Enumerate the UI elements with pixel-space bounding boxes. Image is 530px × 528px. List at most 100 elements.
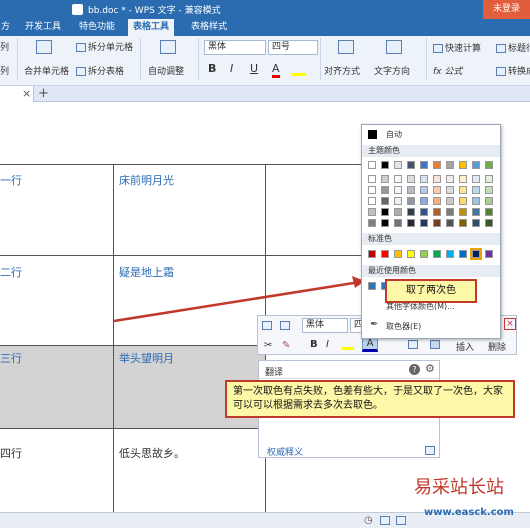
theme-color-swatch[interactable] [472,197,480,205]
table-cell-r3-right[interactable]: 举头望明月 [119,350,174,366]
view-icon-2[interactable] [396,516,406,525]
table-cell-r3-left[interactable]: 三行 [0,350,22,366]
theme-color-swatch[interactable] [446,197,454,205]
italic-button[interactable]: I [230,62,233,75]
theme-color-swatch[interactable] [472,175,480,183]
formula-button[interactable]: fx 公式 [433,64,462,77]
theme-color-swatch[interactable] [420,175,428,183]
font-size-select[interactable]: 四号 [268,40,318,55]
theme-color-swatch[interactable] [420,219,428,227]
theme-color-swatch[interactable] [368,161,376,169]
theme-color-swatch[interactable] [472,161,480,169]
theme-color-swatch[interactable] [394,161,402,169]
theme-color-swatch[interactable] [433,186,441,194]
ribbon-left-label-1[interactable]: 列 [0,40,9,53]
standard-color-swatch[interactable] [381,250,389,258]
theme-color-swatch[interactable] [459,186,467,194]
authoritative-definition-link[interactable]: 权威释义 [267,445,303,458]
mini-italic-button[interactable]: I [326,339,329,350]
auto-adjust-button[interactable]: 自动调整 [148,64,184,77]
table-cell-r2-left[interactable]: 二行 [0,264,22,280]
merge-cells-button[interactable]: 合并单元格 [24,64,69,77]
theme-color-swatch[interactable] [433,175,441,183]
theme-color-swatch[interactable] [433,197,441,205]
theme-color-swatch[interactable] [433,219,441,227]
theme-color-swatch[interactable] [485,197,493,205]
theme-color-swatch[interactable] [485,175,493,183]
theme-color-swatch[interactable] [368,186,376,194]
standard-color-swatch[interactable] [470,248,482,260]
theme-color-swatch[interactable] [368,208,376,216]
mini-bold-button[interactable]: B [310,339,318,350]
theme-color-swatch[interactable] [394,197,402,205]
theme-color-swatch[interactable] [381,197,389,205]
theme-color-swatch[interactable] [368,219,376,227]
mini-font-select[interactable]: 黑体 [302,318,348,333]
standard-color-swatch[interactable] [420,250,428,258]
theme-color-swatch[interactable] [407,161,415,169]
tab-table-tools[interactable]: 表格工具 [128,19,175,36]
table-cell-r1-left[interactable]: 一行 [0,172,22,188]
theme-color-swatch[interactable] [420,161,428,169]
theme-color-swatch[interactable] [459,208,467,216]
delete-x-icon[interactable]: × [504,318,516,330]
theme-color-swatch[interactable] [446,161,454,169]
theme-color-swatch[interactable] [368,175,376,183]
theme-color-swatch[interactable] [485,161,493,169]
theme-color-swatch[interactable] [368,197,376,205]
title-row-button[interactable]: 标题行 [496,41,530,54]
theme-color-swatch[interactable] [446,219,454,227]
tab-features[interactable]: 特色功能 [74,19,120,36]
theme-color-swatch[interactable] [394,219,402,227]
standard-color-swatch[interactable] [459,250,467,258]
standard-color-swatch[interactable] [394,250,402,258]
close-tab-icon[interactable]: × [22,87,31,100]
theme-color-swatch[interactable] [420,186,428,194]
history-icon[interactable]: ◷ [364,515,373,526]
theme-color-swatch[interactable] [381,186,389,194]
table-cell-r4-right[interactable]: 低头思故乡。 [119,445,185,461]
text-direction-button[interactable]: 文字方向 [374,64,410,77]
mini-align-icon[interactable] [430,340,440,349]
convert-text-button[interactable]: 转换成 [496,64,530,77]
mini-insert-button[interactable]: 插入 [456,340,474,353]
underline-button[interactable]: U [250,62,258,75]
mini-delete-button[interactable]: 删除 [488,340,506,353]
theme-color-swatch[interactable] [420,197,428,205]
table-cell-r4-left[interactable]: 四行 [0,445,22,461]
settings-gear-icon[interactable]: ⚙ [425,362,435,375]
theme-color-swatch[interactable] [472,219,480,227]
theme-color-swatch[interactable] [446,208,454,216]
theme-color-swatch[interactable] [394,186,402,194]
theme-color-swatch[interactable] [459,161,467,169]
format-painter-icon[interactable]: ✎ [282,340,290,351]
theme-color-swatch[interactable] [407,219,415,227]
standard-color-swatch[interactable] [446,250,454,258]
mini-border-icon[interactable] [408,340,418,349]
theme-color-swatch[interactable] [420,208,428,216]
theme-color-swatch[interactable] [485,186,493,194]
theme-color-swatch[interactable] [433,161,441,169]
theme-color-swatch[interactable] [381,219,389,227]
paste-icon[interactable] [280,321,290,330]
theme-color-swatch[interactable] [472,186,480,194]
theme-color-swatch[interactable] [459,197,467,205]
theme-color-swatch[interactable] [407,175,415,183]
split-table-button[interactable]: 拆分表格 [76,64,124,77]
new-tab-icon[interactable]: + [38,86,49,101]
tab-partial[interactable]: 方 [0,19,15,36]
theme-color-swatch[interactable] [459,175,467,183]
mini-font-color-button[interactable]: A [362,337,378,352]
theme-color-swatch[interactable] [407,197,415,205]
theme-color-swatch[interactable] [394,175,402,183]
standard-color-swatch[interactable] [433,250,441,258]
color-picker-option[interactable]: 取色器(E) [386,321,421,332]
recent-color-swatch[interactable] [368,282,376,290]
font-name-select[interactable]: 黑体 [204,40,266,55]
standard-color-swatch[interactable] [485,250,493,258]
theme-color-swatch[interactable] [394,208,402,216]
standard-color-swatch[interactable] [407,250,415,258]
theme-color-swatch[interactable] [381,208,389,216]
quick-calc-button[interactable]: 快速计算 [433,41,481,54]
theme-color-swatch[interactable] [472,208,480,216]
